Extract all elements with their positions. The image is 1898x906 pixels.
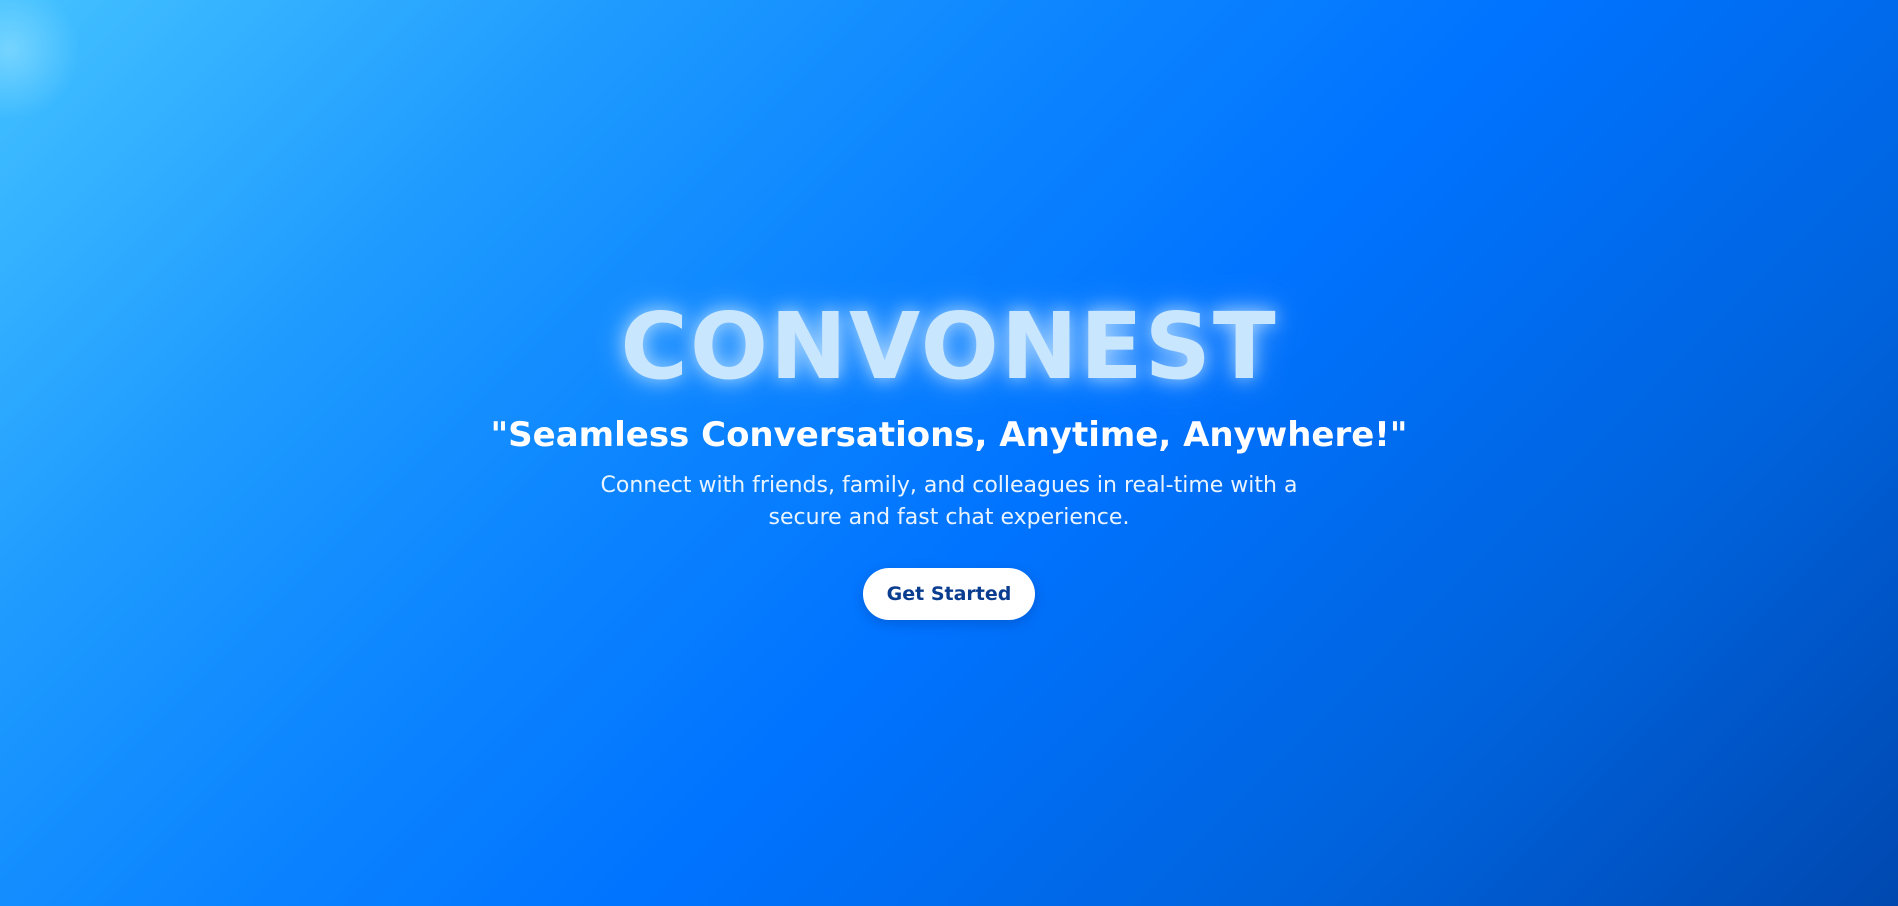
hero-description: Connect with friends, family, and collea… xyxy=(600,473,1298,530)
landing-page: { "hero": { "brand": "CONVONEST", "tagli… xyxy=(0,0,1898,906)
hero-section: CONVONEST "Seamless Conversations, Anyti… xyxy=(0,0,1898,906)
get-started-button[interactable]: Get Started xyxy=(863,568,1035,620)
brand-title: CONVONEST xyxy=(620,293,1278,400)
tagline: "Seamless Conversations, Anytime, Anywhe… xyxy=(490,415,1408,455)
